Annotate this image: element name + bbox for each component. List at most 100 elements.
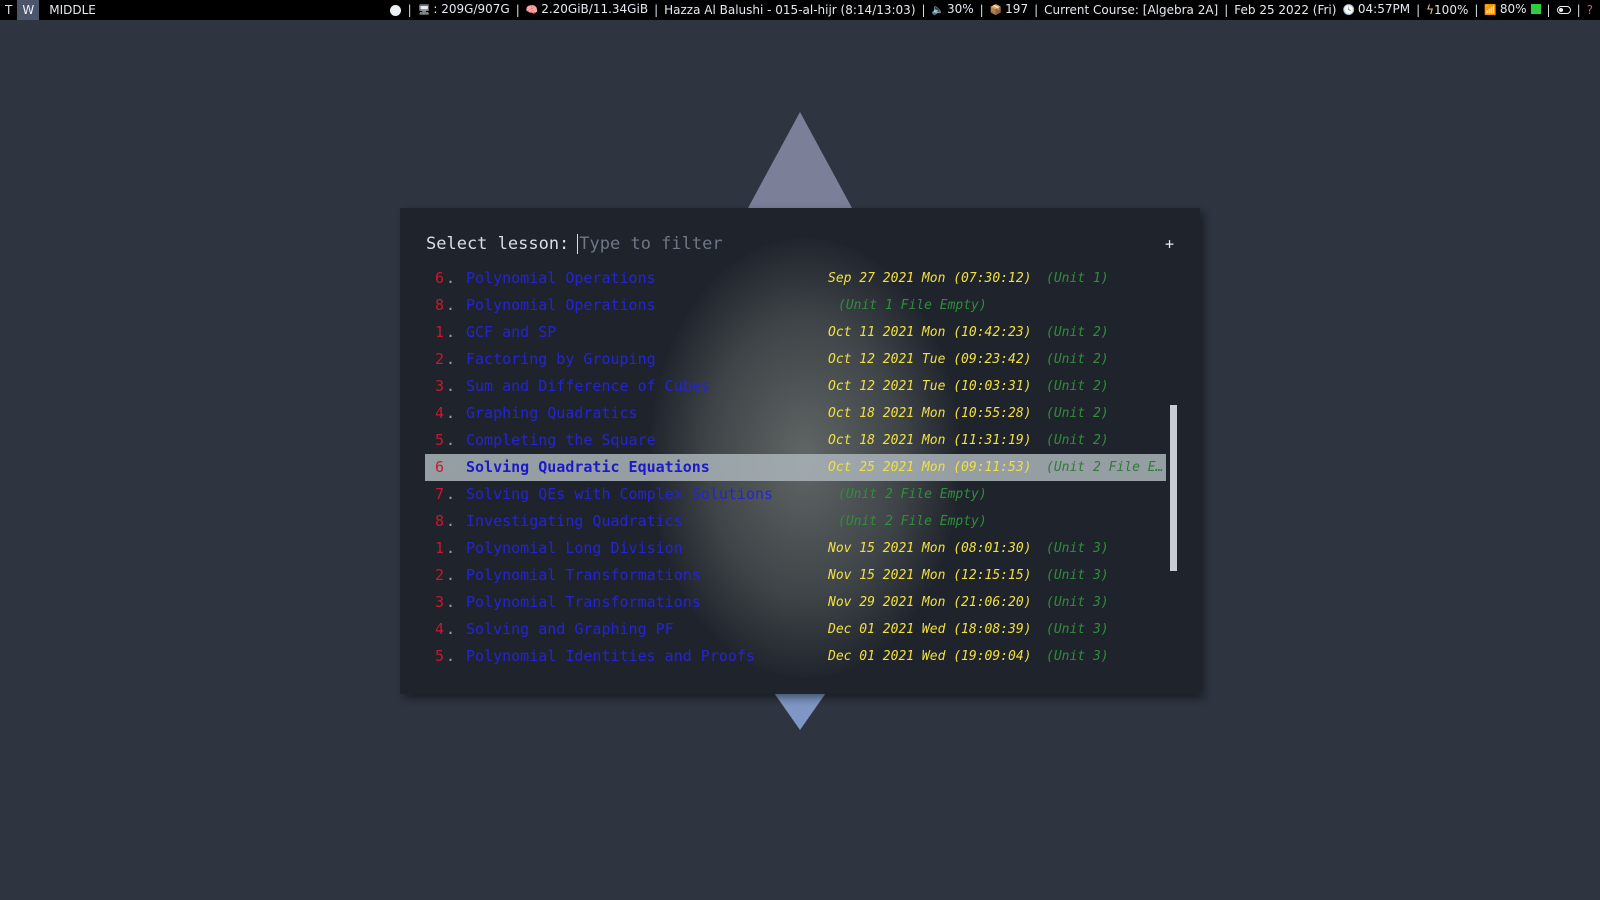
workspace-w[interactable]: W [17,0,40,20]
separator: | [1546,3,1551,17]
separator: | [921,3,926,17]
lesson-number: 3 [435,593,445,611]
lesson-date: Nov 15 2021 Mon (12:15:15) [828,568,1032,583]
lesson-unit: (Unit 3) [1046,541,1109,556]
list-item[interactable]: 3. Polynomial Transformations Nov 29 2021 … [425,589,1166,616]
lesson-unit: (Unit 2) [1046,325,1109,340]
separator: | [515,3,520,17]
scrollbar[interactable] [1170,405,1177,571]
lesson-number-dot: . [446,350,456,368]
toggle-status[interactable] [1554,0,1574,20]
list-item[interactable]: 4. Solving and Graphing PF Dec 01 2021 Wed… [425,616,1166,643]
lesson-launcher: Select lesson: + 6. Polynomial Operations… [400,208,1200,694]
lesson-number: 3 [435,377,445,395]
lesson-title: Factoring by Grouping [466,350,656,368]
battery-value: 100% [1434,3,1469,17]
lesson-number-dot: . [446,593,456,611]
lesson-title: Solving Quadratic Equations [466,458,710,476]
separator: | [1034,3,1039,17]
help-icon[interactable]: ? [1584,0,1596,20]
volume-value: 30% [947,2,974,16]
lesson-unit: (Unit 2) [1046,379,1109,394]
separator: | [1576,3,1581,17]
course-status: Current Course: [Algebra 2A] [1044,3,1219,17]
list-item[interactable]: 5. Polynomial Identities and Proofs Dec 01… [425,643,1166,670]
lesson-unit: (Unit 3) [1046,622,1109,637]
speaker-icon: 🔈 [931,5,944,16]
lesson-number: 7 [435,485,445,503]
lesson-unit: (Unit 2) [1046,352,1109,367]
chrome-icon[interactable] [389,4,401,16]
lesson-number-dot: . [446,566,456,584]
list-item[interactable]: 1. GCF and SP Oct 11 2021 Mon (10:42:23) (U… [425,319,1166,346]
bolt-icon: ϟ [1426,3,1435,17]
list-item[interactable]: 7. Solving QEs with Complex Solutions (Uni… [425,481,1166,508]
list-item[interactable]: 2. Factoring by Grouping Oct 12 2021 Tue (… [425,346,1166,373]
lesson-date: Oct 18 2021 Mon (10:55:28) [828,406,1032,421]
user-time: Hazza Al Balushi - 015-al-hijr (8:14/13:… [664,3,916,17]
lesson-number-dot: . [446,296,456,314]
brightness-status[interactable]: 📶 80% [1481,0,1543,21]
disk-value: : 209G/907G [433,2,510,16]
brain-icon: 🧠 [525,5,539,16]
lesson-unit: (Unit 1 File Empty) [838,298,987,313]
separator: | [1416,3,1421,17]
clock-icon: 🕓 [1342,5,1355,16]
memory-status: 🧠 2.20GiB/11.34GiB [523,0,651,21]
list-item[interactable]: 1. Polynomial Long Division Nov 15 2021 Mo… [425,535,1166,562]
workspace-t[interactable]: T [0,0,17,20]
plus-button[interactable]: + [1165,235,1174,253]
battery-status: ϟ100% [1423,0,1471,20]
list-item[interactable]: 8. Investigating Quadratics (Unit 2 File E… [425,508,1166,535]
lesson-number: 8 [435,512,445,530]
updates-status[interactable]: 📦 197 [987,0,1031,21]
lesson-number-dot: . [446,377,456,395]
lesson-date: Dec 01 2021 Wed (18:08:39) [828,622,1032,637]
lesson-date: Oct 11 2021 Mon (10:42:23) [828,325,1032,340]
updates-value: 197 [1005,2,1029,16]
toggle-icon[interactable] [1556,6,1571,14]
lesson-list: 6. Polynomial Operations Sep 27 2021 Mon (… [425,265,1166,670]
list-item[interactable]: 5. Completing the Square Oct 18 2021 Mon (… [425,427,1166,454]
brightness-icon: 📶 [1484,5,1497,16]
time-status: 🕓 04:57PM [1339,0,1413,21]
lesson-number: 1 [435,539,445,557]
lesson-number-dot: . [446,269,456,287]
lesson-title: Polynomial Identities and Proofs [466,647,755,665]
lesson-title: Graphing Quadratics [466,404,638,422]
separator: | [979,3,984,17]
list-item[interactable]: 6. Solving Quadratic Equations Oct 25 2021… [425,454,1166,481]
prompt-label: Select lesson: [426,234,570,254]
prompt-row: Select lesson: + [426,230,1174,258]
lesson-number-dot: . [446,512,456,530]
volume-status[interactable]: 🔈 30% [929,0,977,21]
lesson-title: Polynomial Transformations [466,566,701,584]
list-item[interactable]: 2. Polynomial Transformations Nov 15 2021 … [425,562,1166,589]
date-status: Feb 25 2022 (Fri) [1234,3,1337,17]
disk-icon: 🖥 [417,5,431,16]
lesson-number: 2 [435,566,445,584]
disk-status: 🖥: 209G/907G [415,0,513,21]
list-item[interactable]: 6. Polynomial Operations Sep 27 2021 Mon (… [425,265,1166,292]
lesson-title: GCF and SP [466,323,557,341]
lesson-number-dot: . [446,404,456,422]
list-item[interactable]: 4. Graphing Quadratics Oct 18 2021 Mon (10… [425,400,1166,427]
wallpaper-triangle-down [772,690,828,730]
lesson-title: Investigating Quadratics [466,512,683,530]
filter-input[interactable] [577,234,1138,254]
lesson-title: Polynomial Transformations [466,593,701,611]
lesson-unit: (Unit 3) [1046,568,1109,583]
layout-indicator[interactable]: MIDDLE [39,0,96,20]
lesson-date: Oct 25 2021 Mon (09:11:53) [828,460,1032,475]
lesson-number-dot: . [446,458,456,476]
lesson-number: 6 [435,269,445,287]
lesson-date: Oct 12 2021 Tue (09:23:42) [828,352,1032,367]
list-item[interactable]: 8. Polynomial Operations (Unit 1 File Empt… [425,292,1166,319]
list-item[interactable]: 3. Sum and Difference of Cubes Oct 12 2021… [425,373,1166,400]
wallpaper-triangle-up [748,112,852,208]
lesson-unit: (Unit 2) [1046,433,1109,448]
lesson-title: Completing the Square [466,431,656,449]
lesson-unit: (Unit 1) [1046,271,1109,286]
lesson-number-dot: . [446,485,456,503]
lesson-number-dot: . [446,647,456,665]
